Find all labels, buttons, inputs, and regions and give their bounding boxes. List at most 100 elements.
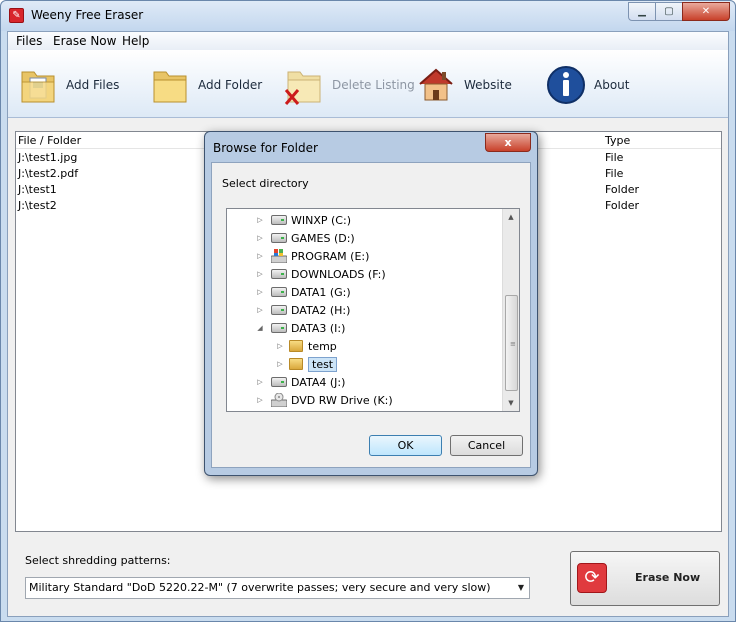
dialog-body: Select directory ▷ WINXP (C:) ▷ GAMES (D:)… (211, 162, 531, 468)
house-icon (419, 68, 453, 101)
tree-item-downloads[interactable]: ▷ DOWNLOADS (F:) (255, 265, 386, 283)
expand-icon[interactable]: ▷ (255, 252, 265, 260)
drive-icon (271, 305, 287, 315)
column-file-folder[interactable]: File / Folder (18, 134, 81, 147)
windows-drive-icon (271, 249, 287, 263)
erase-now-button[interactable]: ⟳ Erase Now (570, 551, 720, 606)
drive-icon (271, 323, 287, 333)
ok-button[interactable]: OK (369, 435, 442, 456)
tree-item-label: DATA2 (H:) (291, 303, 351, 317)
tree-item-label: PROGRAM (E:) (291, 249, 370, 263)
grip-icon: ≡ (510, 340, 516, 348)
folder-icon (289, 340, 303, 352)
delete-listing-button[interactable]: Delete Listing (284, 62, 415, 108)
dialog-close-button[interactable]: x (485, 133, 531, 152)
expand-icon[interactable]: ▷ (255, 270, 265, 278)
tree-item-games[interactable]: ▷ GAMES (D:) (255, 229, 355, 247)
menu-erase-now[interactable]: Erase Now (53, 34, 116, 48)
list-item-type: File (605, 151, 624, 164)
title-bar: ✎ Weeny Free Eraser ▁ ▢ ✕ (1, 1, 735, 31)
tree-item-label: DATA3 (I:) (291, 321, 346, 335)
add-folder-button[interactable]: Add Folder (150, 62, 262, 108)
menu-help[interactable]: Help (122, 34, 149, 48)
expand-icon[interactable]: ▷ (275, 360, 285, 368)
close-button[interactable]: ✕ (682, 2, 730, 21)
browse-folder-dialog: Browse for Folder x Select directory ▷ WI… (204, 131, 538, 476)
list-item-name: J:\test1 (18, 183, 57, 196)
drive-icon (271, 377, 287, 387)
tree-item-label: temp (308, 339, 337, 353)
erase-now-label: Erase Now (635, 571, 701, 584)
menu-files[interactable]: Files (16, 34, 42, 48)
about-label: About (594, 78, 630, 92)
list-item-type: File (605, 167, 624, 180)
drive-icon (271, 269, 287, 279)
scroll-thumb[interactable]: ≡ (505, 295, 518, 391)
about-button[interactable]: About (546, 62, 629, 108)
delete-listing-label: Delete Listing (332, 78, 415, 92)
chevron-down-icon[interactable]: ▼ (518, 578, 524, 598)
tree-item-winxp[interactable]: ▷ WINXP (C:) (255, 211, 351, 229)
add-folder-icon (153, 71, 187, 103)
tree-item-data1[interactable]: ▷ DATA1 (G:) (255, 283, 351, 301)
dvd-drive-icon (271, 393, 287, 407)
list-item-type: Folder (605, 199, 639, 212)
tree-item-label: GAMES (D:) (291, 231, 355, 245)
add-folder-label: Add Folder (198, 78, 263, 92)
folder-tree[interactable]: ▷ WINXP (C:) ▷ GAMES (D:) ▷ PROGRAM (E:) ▷… (226, 208, 520, 412)
tree-item-label: DATA4 (J:) (291, 375, 346, 389)
list-item-name: J:\test2 (18, 199, 57, 212)
tree-item-label: test (308, 356, 338, 372)
maximize-button[interactable]: ▢ (655, 2, 683, 21)
list-item-name: J:\test1.jpg (18, 151, 78, 164)
expand-icon[interactable]: ▷ (255, 288, 265, 296)
tree-item-dvd-rw[interactable]: ▷ DVD RW Drive (K:) (255, 391, 393, 409)
eraser-icon: ⟳ (577, 563, 607, 593)
tree-item-label: DOWNLOADS (F:) (291, 267, 386, 281)
column-type[interactable]: Type (605, 134, 630, 147)
menu-bar: Files Erase Now Help (8, 32, 728, 50)
list-item-type: Folder (605, 183, 639, 196)
tree-item-label: WINXP (C:) (291, 213, 351, 227)
info-icon (547, 66, 585, 104)
expand-icon[interactable]: ▷ (255, 396, 265, 404)
folder-icon (289, 358, 303, 370)
minimize-button[interactable]: ▁ (628, 2, 656, 21)
add-files-icon (21, 71, 55, 103)
scroll-down-icon[interactable]: ▼ (503, 399, 519, 407)
drive-icon (271, 287, 287, 297)
scroll-up-icon[interactable]: ▲ (503, 213, 519, 221)
expand-icon[interactable]: ▷ (255, 216, 265, 224)
delete-listing-icon (284, 71, 321, 105)
expand-icon[interactable]: ▷ (255, 378, 265, 386)
dialog-prompt: Select directory (222, 177, 309, 190)
tree-item-label: DVD RW Drive (K:) (291, 393, 393, 407)
shred-pattern-label: Select shredding patterns: (25, 554, 171, 567)
shred-pattern-select[interactable]: Military Standard "DoD 5220.22-M" (7 ove… (25, 577, 530, 599)
toolbar: Add Files Add Folder Delete Listing Webs… (8, 50, 728, 118)
app-icon: ✎ (9, 8, 24, 23)
collapse-icon[interactable]: ◢ (255, 324, 265, 332)
add-files-button[interactable]: Add Files (18, 62, 119, 108)
tree-item-data3[interactable]: ◢ DATA3 (I:) (255, 319, 345, 337)
cancel-button[interactable]: Cancel (450, 435, 523, 456)
tree-item-data4[interactable]: ▷ DATA4 (J:) (255, 373, 345, 391)
add-files-label: Add Files (66, 78, 120, 92)
expand-icon[interactable]: ▷ (255, 234, 265, 242)
website-label: Website (464, 78, 512, 92)
drive-icon (271, 233, 287, 243)
expand-icon[interactable]: ▷ (255, 306, 265, 314)
tree-item-program[interactable]: ▷ PROGRAM (E:) (255, 247, 369, 265)
tree-item-test[interactable]: ▷ test (275, 355, 338, 373)
expand-icon[interactable]: ▷ (275, 342, 285, 350)
dialog-title: Browse for Folder (213, 141, 318, 155)
tree-item-label: DATA1 (G:) (291, 285, 351, 299)
website-button[interactable]: Website (416, 62, 512, 108)
window-title: Weeny Free Eraser (31, 8, 144, 22)
tree-item-temp[interactable]: ▷ temp (275, 337, 337, 355)
shred-pattern-value: Military Standard "DoD 5220.22-M" (7 ove… (29, 581, 491, 594)
drive-icon (271, 215, 287, 225)
tree-scrollbar[interactable]: ▲ ≡ ▼ (502, 209, 519, 411)
tree-item-data2[interactable]: ▷ DATA2 (H:) (255, 301, 350, 319)
list-item-name: J:\test2.pdf (18, 167, 79, 180)
